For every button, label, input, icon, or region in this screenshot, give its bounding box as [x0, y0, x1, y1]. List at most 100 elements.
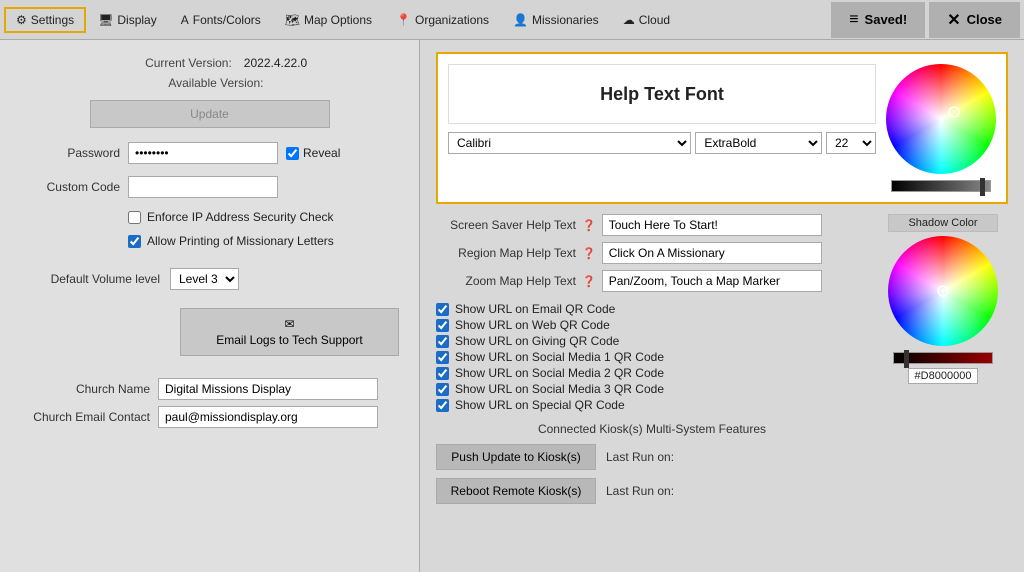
allow-printing-checkbox[interactable] [128, 235, 141, 248]
push-update-row: Push Update to Kiosk(s) Last Run on: [436, 444, 868, 470]
nav-fonts-colors[interactable]: A Fonts/Colors [169, 7, 273, 33]
qr-social2-label: Show URL on Social Media 2 QR Code [455, 366, 664, 380]
current-version-label: Current Version: [112, 56, 232, 70]
qr-social1-row: Show URL on Social Media 1 QR Code [436, 350, 868, 364]
font-size-select[interactable]: 18 20 22 24 [826, 132, 876, 154]
navbar: ⚙ Settings 🖥 Display A Fonts/Colors 🗺 Ma… [0, 0, 1024, 40]
middle-section: Screen Saver Help Text ❓ Region Map Help… [436, 214, 1008, 504]
enforce-ip-label: Enforce IP Address Security Check [147, 210, 334, 224]
email-logs-button[interactable]: ✉ Email Logs to Tech Support [180, 308, 399, 356]
zoom-map-input[interactable] [602, 270, 822, 292]
qr-web-label: Show URL on Web QR Code [455, 318, 610, 332]
help-inputs: Screen Saver Help Text ❓ Region Map Help… [436, 214, 868, 504]
church-name-row: Church Name [20, 378, 399, 400]
close-button[interactable]: ✕ Close [929, 2, 1020, 38]
nav-map-label: Map Options [304, 13, 372, 27]
close-label: Close [967, 12, 1002, 27]
display-icon: 🖥 [98, 13, 113, 27]
shadow-brightness-bar[interactable] [893, 352, 993, 364]
shadow-color-wheel[interactable] [888, 236, 998, 346]
qr-web-row: Show URL on Web QR Code [436, 318, 868, 332]
allow-printing-label: Allow Printing of Missionary Letters [147, 234, 334, 248]
region-map-input[interactable] [602, 242, 822, 264]
nav-organizations[interactable]: 📍 Organizations [384, 7, 501, 33]
missionary-icon: 👤 [513, 13, 528, 27]
main-content: Current Version: 2022.4.22.0 Available V… [0, 40, 1024, 572]
help-text-font-section: Help Text Font Calibri Arial Times New R… [436, 52, 1008, 204]
volume-select[interactable]: Level 1 Level 2 Level 3 Level 4 Level 5 [170, 268, 239, 290]
left-panel: Current Version: 2022.4.22.0 Available V… [0, 40, 420, 572]
password-label: Password [20, 146, 120, 160]
reboot-row: Reboot Remote Kiosk(s) Last Run on: [436, 478, 868, 504]
font-family-select[interactable]: Calibri Arial Times New Roman Verdana [448, 132, 691, 154]
kiosk-title: Connected Kiosk(s) Multi-System Features [436, 422, 868, 436]
update-button[interactable]: Update [90, 100, 330, 128]
volume-row: Default Volume level Level 1 Level 2 Lev… [20, 268, 399, 290]
shadow-hex-value: #D8000000 [908, 368, 979, 384]
screen-saver-input[interactable] [602, 214, 822, 236]
nav-missionaries[interactable]: 👤 Missionaries [501, 7, 611, 33]
font-preview-box: Help Text Font [448, 64, 876, 124]
custom-code-label: Custom Code [20, 180, 120, 194]
org-icon: 📍 [396, 13, 411, 27]
font-preview-area: Help Text Font Calibri Arial Times New R… [448, 64, 876, 192]
reveal-checkbox-label[interactable]: Reveal [286, 146, 340, 160]
qr-social3-checkbox[interactable] [436, 383, 449, 396]
brightness-handle [980, 178, 985, 196]
current-version-row: Current Version: 2022.4.22.0 [20, 56, 399, 70]
saved-label: Saved! [865, 12, 908, 27]
qr-checkboxes: Show URL on Email QR Code Show URL on We… [436, 302, 868, 412]
enforce-ip-checkbox[interactable] [128, 211, 141, 224]
nav-map-options[interactable]: 🗺 Map Options [273, 7, 384, 33]
qr-social2-checkbox[interactable] [436, 367, 449, 380]
allow-printing-row: Allow Printing of Missionary Letters [128, 234, 399, 248]
saved-button[interactable]: ≡ Saved! [831, 2, 925, 38]
qr-email-row: Show URL on Email QR Code [436, 302, 868, 316]
shadow-color-label: Shadow Color [888, 214, 998, 232]
qr-email-checkbox[interactable] [436, 303, 449, 316]
zoom-map-help-icon: ❓ [582, 275, 596, 288]
nav-display[interactable]: 🖥 Display [86, 7, 169, 33]
push-update-button[interactable]: Push Update to Kiosk(s) [436, 444, 596, 470]
saved-icon: ≡ [849, 11, 858, 29]
font-style-select[interactable]: Regular Bold ExtraBold Italic [695, 132, 822, 154]
church-name-label: Church Name [20, 382, 150, 396]
reboot-run-label: Last Run on: [606, 484, 674, 498]
church-section: Church Name Church Email Contact [20, 378, 399, 428]
qr-special-label: Show URL on Special QR Code [455, 398, 625, 412]
zoom-map-label: Zoom Map Help Text [436, 274, 576, 288]
qr-web-checkbox[interactable] [436, 319, 449, 332]
current-version-value: 2022.4.22.0 [244, 56, 307, 70]
custom-code-row: Custom Code [20, 176, 399, 198]
nav-settings-label: Settings [31, 13, 74, 27]
main-color-wheel-area [886, 64, 996, 192]
qr-giving-checkbox[interactable] [436, 335, 449, 348]
church-email-row: Church Email Contact [20, 406, 399, 428]
reveal-checkbox[interactable] [286, 147, 299, 160]
settings-icon: ⚙ [16, 13, 27, 27]
qr-social1-label: Show URL on Social Media 1 QR Code [455, 350, 664, 364]
qr-giving-row: Show URL on Giving QR Code [436, 334, 868, 348]
qr-social3-row: Show URL on Social Media 3 QR Code [436, 382, 868, 396]
fonts-icon: A [181, 13, 189, 27]
available-version-row: Available Version: [20, 76, 399, 90]
kiosk-section: Connected Kiosk(s) Multi-System Features… [436, 422, 868, 504]
qr-social1-checkbox[interactable] [436, 351, 449, 364]
nav-missionary-label: Missionaries [532, 13, 599, 27]
qr-special-checkbox[interactable] [436, 399, 449, 412]
nav-cloud[interactable]: ☁ Cloud [611, 7, 682, 33]
screen-saver-row: Screen Saver Help Text ❓ [436, 214, 868, 236]
nav-settings[interactable]: ⚙ Settings [4, 7, 86, 33]
church-email-label: Church Email Contact [20, 410, 150, 424]
email-icon: ✉ [284, 317, 294, 331]
password-input[interactable] [128, 142, 278, 164]
main-brightness-bar[interactable] [891, 180, 991, 192]
available-version-label: Available Version: [144, 76, 264, 90]
church-name-input[interactable] [158, 378, 378, 400]
church-email-input[interactable] [158, 406, 378, 428]
volume-label: Default Volume level [20, 272, 160, 286]
main-color-wheel[interactable] [886, 64, 996, 174]
password-row: Password Reveal [20, 142, 399, 164]
custom-code-input[interactable] [128, 176, 278, 198]
reboot-button[interactable]: Reboot Remote Kiosk(s) [436, 478, 596, 504]
